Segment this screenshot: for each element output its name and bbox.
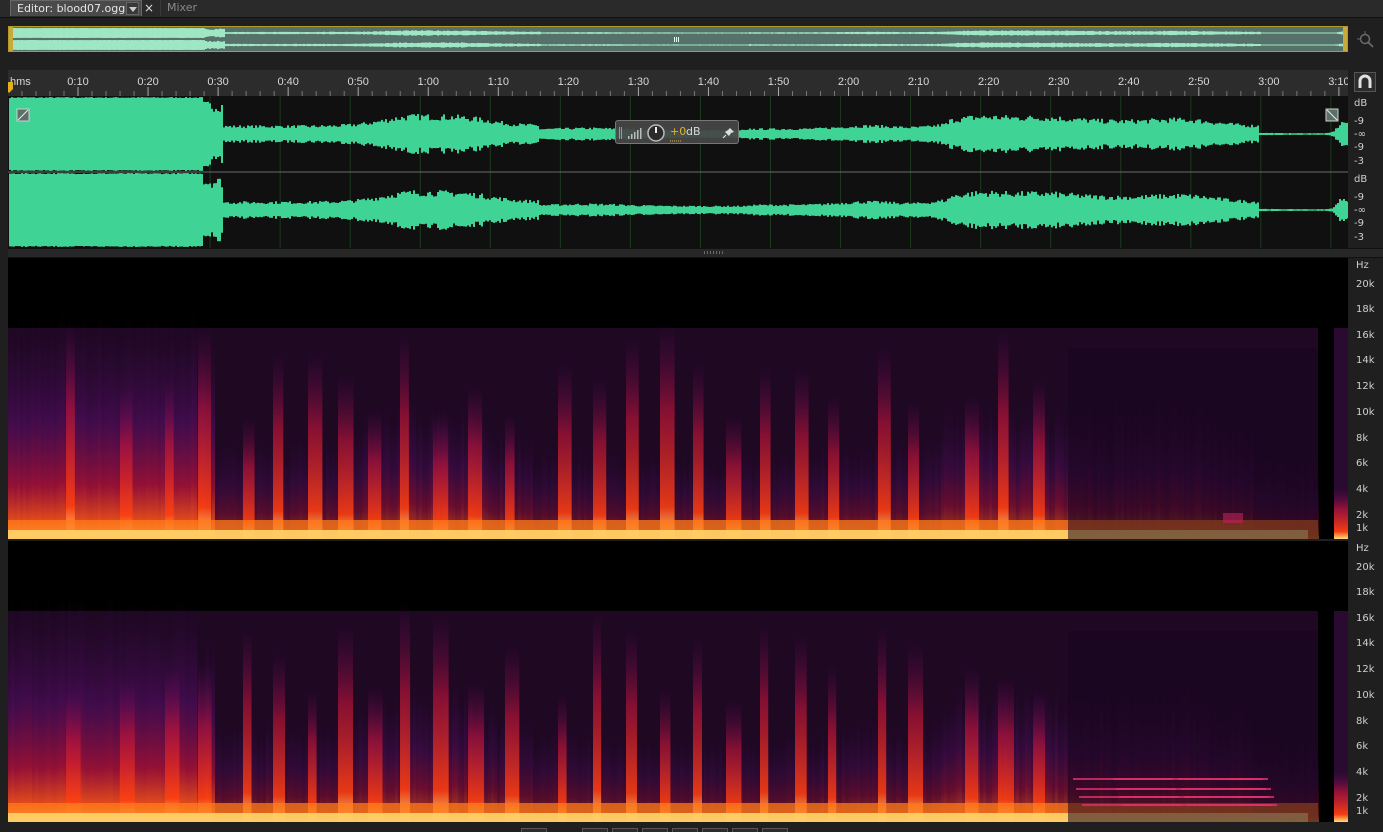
- fade-out-handle-icon[interactable]: [1325, 108, 1339, 122]
- ruler-tick-label: 2:20: [978, 76, 999, 88]
- waveform-db-axis-right: dB -9 -∞ -9 -3: [1350, 172, 1383, 248]
- overview-waveform: [9, 27, 1347, 51]
- magnet-icon: [1358, 74, 1372, 88]
- ruler-tick-label: 1:10: [488, 76, 509, 88]
- ruler-tick-label: 1:50: [768, 76, 789, 88]
- frequency-axis-right: Hz 20k 18k 16k 14k 12k 10k 8k 6k 4k 2k 1…: [1350, 541, 1383, 822]
- toolbar-button[interactable]: [582, 828, 608, 832]
- ruler-tick-label: 0:30: [207, 76, 228, 88]
- fade-in-handle-icon[interactable]: [16, 108, 30, 122]
- toolbar-button[interactable]: [762, 828, 788, 832]
- ruler-tick-label: 0:50: [347, 76, 368, 88]
- zoom-icon[interactable]: [1357, 31, 1375, 49]
- toolbar-button[interactable]: [521, 828, 547, 832]
- volume-knob[interactable]: [647, 124, 665, 142]
- tab-close-button[interactable]: ×: [142, 0, 156, 16]
- pin-icon[interactable]: [722, 128, 734, 139]
- ruler-tick-label: 1:30: [628, 76, 649, 88]
- toolbar-button[interactable]: [642, 828, 668, 832]
- hud-unit: dB: [686, 125, 701, 138]
- ruler-tick-label: 0:20: [137, 76, 158, 88]
- waveform-db-axis-left: dB -9 -∞ -9 -3: [1350, 96, 1383, 172]
- hud-value[interactable]: +0: [670, 125, 686, 138]
- time-ruler[interactable]: hms 0:10 0:20 0:30 0:40 0:50 1:00 1:10 1:20 1:30…: [8, 70, 1348, 96]
- panel-divider[interactable]: [8, 248, 1383, 258]
- overview-left-handle[interactable]: [9, 27, 13, 51]
- ruler-tick-label: 0:10: [67, 76, 88, 88]
- divider-grip-icon: [704, 251, 723, 254]
- chevron-down-icon: [129, 7, 137, 12]
- ruler-tick-label: 1:00: [418, 76, 439, 88]
- ruler-ticks: 0:10 0:20 0:30 0:40 0:50 1:00 1:10 1:20 1:30 1:40…: [21, 76, 1348, 96]
- waveform-channel-right: [9, 173, 1348, 247]
- frequency-axis-left: Hz 20k 18k 16k 14k 12k 10k 8k 6k 4k 2k 1…: [1350, 258, 1383, 539]
- toolbar-button[interactable]: [732, 828, 758, 832]
- ruler-tick-label: 1:20: [558, 76, 579, 88]
- ruler-tick-label: 2:40: [1118, 76, 1139, 88]
- amplitude-hud[interactable]: +0 dB: [615, 120, 739, 144]
- ruler-tick-label: 0:40: [277, 76, 298, 88]
- ruler-tick-label: 3:10: [1328, 76, 1348, 88]
- tab-dropdown-button[interactable]: [126, 2, 139, 15]
- ruler-tick-label: 2:10: [908, 76, 929, 88]
- volume-bars-icon: [628, 128, 642, 139]
- ruler-tick-label: 1:40: [698, 76, 719, 88]
- snap-toggle-button[interactable]: [1354, 72, 1376, 92]
- toolbar-button[interactable]: [702, 828, 728, 832]
- overview-right-handle[interactable]: [1343, 27, 1347, 51]
- hud-grip-icon[interactable]: [619, 127, 622, 139]
- overview-grip-icon[interactable]: [674, 37, 679, 42]
- spectral-display-right[interactable]: [8, 541, 1348, 822]
- ruler-tick-label: 2:00: [838, 76, 859, 88]
- ruler-tick-label: 2:50: [1188, 76, 1209, 88]
- spectral-display-left[interactable]: [8, 258, 1348, 539]
- playhead-marker-icon[interactable]: [8, 82, 13, 93]
- tab-editor[interactable]: Editor: blood07.ogg: [10, 0, 142, 16]
- overview-navigator[interactable]: [8, 26, 1348, 52]
- ruler-unit-label: hms: [10, 76, 31, 88]
- tab-mixer[interactable]: Mixer: [160, 0, 208, 16]
- tab-editor-label: Editor: blood07.ogg: [17, 2, 126, 15]
- waveform-display[interactable]: [8, 96, 1348, 248]
- ruler-tick-label: 2:30: [1048, 76, 1069, 88]
- ruler-tick-label: 3:00: [1258, 76, 1279, 88]
- tab-bar: Editor: blood07.ogg × Mixer: [0, 0, 1383, 18]
- toolbar-button[interactable]: [672, 828, 698, 832]
- toolbar-button[interactable]: [612, 828, 638, 832]
